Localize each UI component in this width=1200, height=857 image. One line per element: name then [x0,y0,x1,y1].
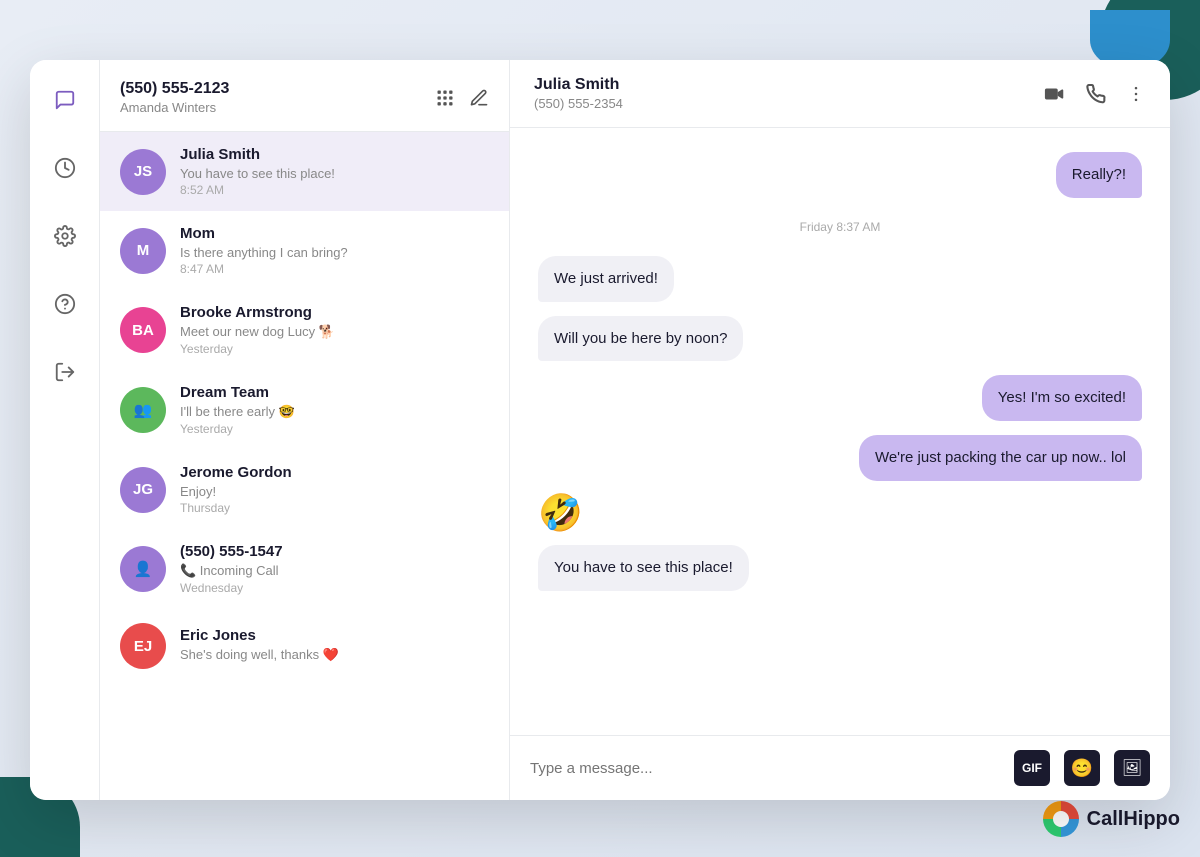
contact-time-dream-team: Yesterday [180,422,489,436]
chat-contact-info: Julia Smith (550) 555-2354 [534,76,623,111]
contact-info-dream-team: Dream Team I'll be there early 🤓 Yesterd… [180,384,489,436]
contact-preview-dream-team: I'll be there early 🤓 [180,404,489,420]
contact-item-julia-smith[interactable]: JS Julia Smith You have to see this plac… [100,132,509,211]
contacts-header-actions [435,88,489,108]
message-row-7: You have to see this place! [538,545,1142,591]
keypad-button[interactable] [435,88,455,108]
contact-info-jerome-gordon: Jerome Gordon Enjoy! Thursday [180,464,489,515]
contact-info-eric-jones: Eric Jones She's doing well, thanks ❤️ [180,627,489,665]
sidebar-item-help[interactable] [45,284,85,324]
chat-header: Julia Smith (550) 555-2354 [510,60,1170,128]
date-divider-1: Friday 8:37 AM [538,220,1142,234]
chat-header-actions [1044,83,1146,105]
message-row-0: Really?! [538,152,1142,198]
contacts-header-info: (550) 555-2123 Amanda Winters [120,80,229,115]
contact-preview-eric-jones: She's doing well, thanks ❤️ [180,647,489,663]
contact-time-julia-smith: 8:52 AM [180,183,489,197]
contacts-panel: (550) 555-2123 Amanda Winters [100,60,510,800]
gif-button[interactable]: GIF [1014,750,1050,786]
avatar-brooke-armstrong: BA [120,307,166,353]
contact-preview-julia-smith: You have to see this place! [180,166,489,181]
emoji-message-6: 🤣 [538,495,583,531]
sidebar-nav [30,60,100,800]
brand-logo-icon [1043,801,1079,837]
contact-preview-mom: Is there anything I can bring? [180,245,489,260]
contact-item-jerome-gordon[interactable]: JG Jerome Gordon Enjoy! Thursday [100,450,509,529]
message-row-2: We just arrived! [538,256,1142,302]
contact-time-mom: 8:47 AM [180,262,489,276]
contact-preview-brooke-armstrong: Meet our new dog Lucy 🐕 [180,324,489,340]
contact-time-jerome-gordon: Thursday [180,501,489,515]
contacts-header: (550) 555-2123 Amanda Winters [100,60,509,132]
contact-info-brooke-armstrong: Brooke Armstrong Meet our new dog Lucy 🐕… [180,304,489,356]
app-window: (550) 555-2123 Amanda Winters [30,60,1170,800]
message-input-bar: GIF 😊 🖼 [510,735,1170,800]
message-row-4: Yes! I'm so excited! [538,375,1142,421]
contact-item-dream-team[interactable]: 👥 Dream Team I'll be there early 🤓 Yeste… [100,370,509,450]
contact-name-brooke-armstrong: Brooke Armstrong [180,304,489,321]
sidebar-item-logout[interactable] [45,352,85,392]
avatar-unknown-caller: 👤 [120,546,166,592]
contact-name-mom: Mom [180,225,489,242]
sidebar-item-analytics[interactable] [45,148,85,188]
chat-contact-name: Julia Smith [534,76,623,94]
avatar-dream-team: 👥 [120,387,166,433]
message-bubble-5: We're just packing the car up now.. lol [859,435,1142,481]
messages-area: Really?! Friday 8:37 AM We just arrived! Wi… [510,128,1170,735]
avatar-julia-smith: JS [120,149,166,195]
user-name: Amanda Winters [120,100,229,115]
voice-call-button[interactable] [1086,84,1106,104]
brand-area: CallHippo [1043,801,1180,837]
contact-info-julia-smith: Julia Smith You have to see this place! … [180,146,489,197]
contact-name-unknown-caller: (550) 555-1547 [180,543,489,560]
contact-item-unknown-caller[interactable]: 👤 (550) 555-1547 📞 Incoming Call Wednesd… [100,529,509,609]
avatar-jerome-gordon: JG [120,467,166,513]
contact-info-mom: Mom Is there anything I can bring? 8:47 … [180,225,489,276]
contact-preview-unknown-caller: 📞 Incoming Call [180,563,489,579]
contact-item-mom[interactable]: M Mom Is there anything I can bring? 8:4… [100,211,509,290]
message-bubble-3: Will you be here by noon? [538,316,743,362]
contact-name-julia-smith: Julia Smith [180,146,489,163]
contact-item-eric-jones[interactable]: EJ Eric Jones She's doing well, thanks ❤… [100,609,509,683]
compose-button[interactable] [469,88,489,108]
contact-item-brooke-armstrong[interactable]: BA Brooke Armstrong Meet our new dog Luc… [100,290,509,370]
chat-contact-phone: (550) 555-2354 [534,96,623,111]
avatar-eric-jones: EJ [120,623,166,669]
contact-name-eric-jones: Eric Jones [180,627,489,644]
sidebar-item-settings[interactable] [45,216,85,256]
brand-name: CallHippo [1087,808,1180,831]
message-row-5: We're just packing the car up now.. lol [538,435,1142,481]
contact-name-dream-team: Dream Team [180,384,489,401]
phone-number: (550) 555-2123 [120,80,229,98]
more-options-button[interactable] [1126,84,1146,104]
contact-info-unknown-caller: (550) 555-1547 📞 Incoming Call Wednesday [180,543,489,595]
contacts-list: JS Julia Smith You have to see this plac… [100,132,509,800]
video-call-button[interactable] [1044,83,1066,105]
message-input[interactable] [530,760,1000,777]
message-bubble-0: Really?! [1056,152,1142,198]
emoji-button[interactable]: 😊 [1064,750,1100,786]
contact-time-unknown-caller: Wednesday [180,581,489,595]
message-bubble-2: We just arrived! [538,256,674,302]
message-row-6: 🤣 [538,495,1142,531]
avatar-mom: M [120,228,166,274]
sidebar-item-messages[interactable] [45,80,85,120]
message-bubble-7: You have to see this place! [538,545,749,591]
contact-preview-jerome-gordon: Enjoy! [180,484,489,499]
contact-time-brooke-armstrong: Yesterday [180,342,489,356]
chat-panel: Julia Smith (550) 555-2354 [510,60,1170,800]
image-button[interactable]: 🖼 [1114,750,1150,786]
message-row-3: Will you be here by noon? [538,316,1142,362]
contact-name-jerome-gordon: Jerome Gordon [180,464,489,481]
message-bubble-4: Yes! I'm so excited! [982,375,1142,421]
